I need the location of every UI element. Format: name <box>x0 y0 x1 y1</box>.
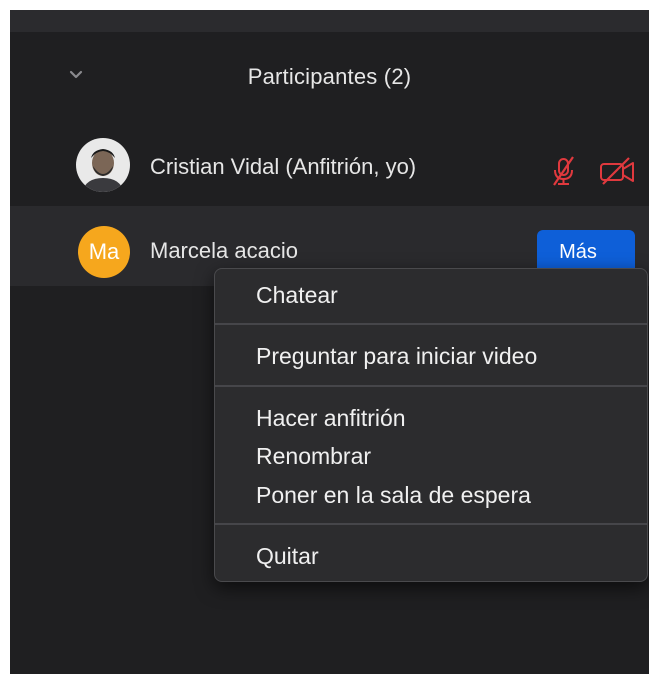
menu-divider <box>215 385 647 387</box>
panel-top-bar <box>10 10 649 32</box>
participant-row-host[interactable]: Cristian Vidal (Anfitrión, yo) <box>10 126 649 206</box>
menu-item-waiting-room[interactable]: Poner en la sala de espera <box>256 482 531 509</box>
participant-context-menu: Chatear Preguntar para iniciar video Hac… <box>214 268 648 582</box>
menu-item-ask-start-video[interactable]: Preguntar para iniciar video <box>256 343 537 370</box>
participant-name: Marcela acacio <box>150 238 298 263</box>
participant-name: Cristian Vidal (Anfitrión, yo) <box>150 154 417 179</box>
menu-item-make-host[interactable]: Hacer anfitrión <box>256 405 406 432</box>
avatar: Ma <box>78 226 130 278</box>
video-off-icon[interactable] <box>598 154 634 188</box>
more-button-label: Más <box>559 241 597 263</box>
menu-item-chat[interactable]: Chatear <box>256 282 338 309</box>
avatar <box>76 138 130 192</box>
menu-divider <box>215 523 647 525</box>
chevron-down-icon <box>601 249 613 276</box>
menu-item-rename[interactable]: Renombrar <box>256 443 371 470</box>
participants-panel: Participantes (2) Cristian Vidal (Anfitr… <box>10 10 649 674</box>
panel-title: Participantes (2) <box>247 64 412 89</box>
menu-divider <box>215 323 647 325</box>
menu-item-remove[interactable]: Quitar <box>256 543 319 570</box>
muted-microphone-icon[interactable] <box>546 154 580 188</box>
